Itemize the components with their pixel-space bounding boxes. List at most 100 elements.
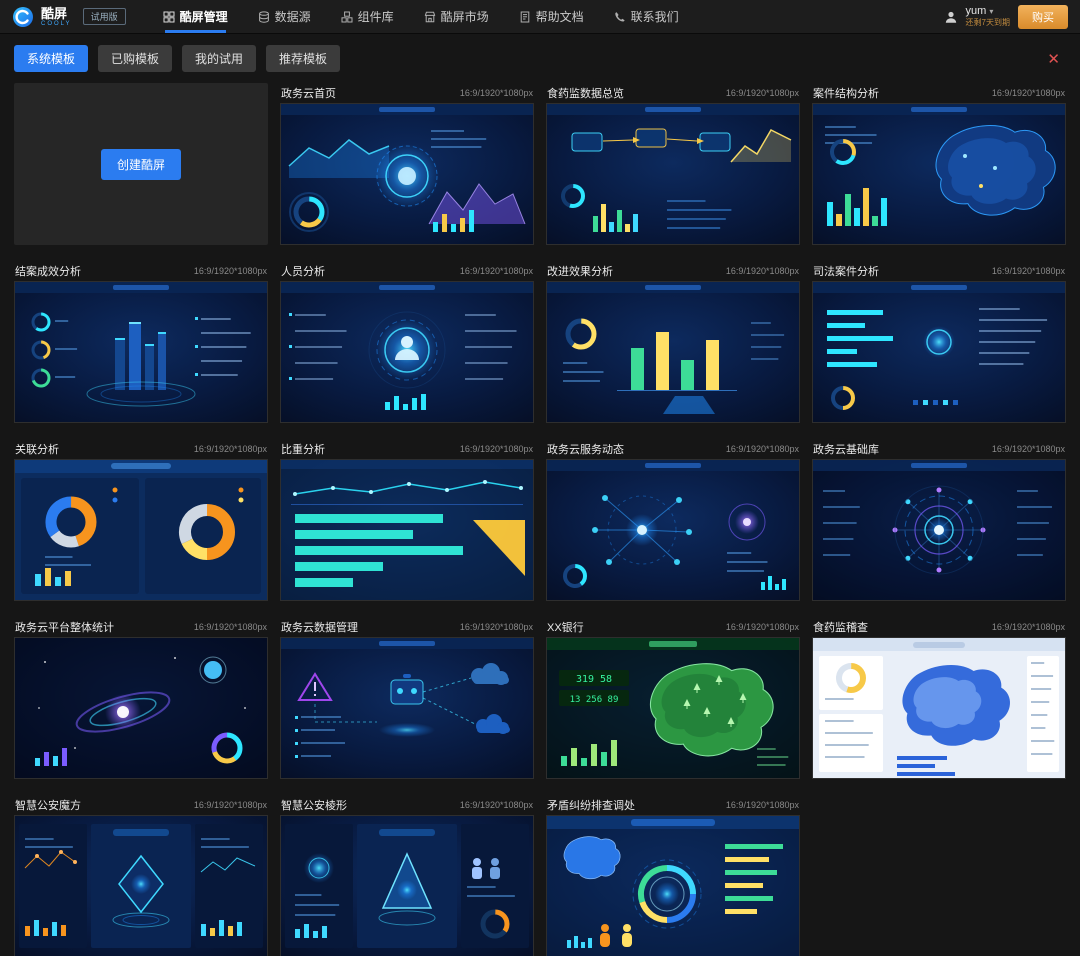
template-thumbnail[interactable] — [280, 103, 534, 245]
nav-item-market[interactable]: 酷屏市场 — [409, 0, 504, 33]
template-card[interactable]: 智慧公安魔方16:9/1920*1080px — [14, 795, 268, 956]
template-resolution: 16:9/1920*1080px — [726, 88, 799, 98]
template-thumbnail[interactable] — [280, 459, 534, 601]
nav-item-help-doc[interactable]: 帮助文档 — [504, 0, 599, 33]
contact-icon — [614, 11, 626, 23]
template-card[interactable]: 政务云基础库 16:9/1920*1080px — [812, 439, 1066, 601]
template-resolution: 16:9/1920*1080px — [460, 622, 533, 632]
screen-manage-icon — [163, 11, 175, 23]
template-resolution: 16:9/1920*1080px — [194, 622, 267, 632]
template-thumbnail[interactable] — [280, 637, 534, 779]
nav-item-label: 帮助文档 — [536, 8, 584, 25]
template-title: 司法案件分析 — [813, 263, 879, 279]
template-title: 政务云数据管理 — [281, 619, 358, 635]
template-card-header: 政务云首页16:9/1920*1080px — [280, 83, 534, 103]
template-card-header: 食药监数据总览16:9/1920*1080px — [546, 83, 800, 103]
template-thumbnail[interactable] — [280, 815, 534, 956]
nav-item-contact[interactable]: 联系我们 — [599, 0, 694, 33]
template-card[interactable]: 改进效果分析 16:9/1920*1080px — [546, 261, 800, 423]
template-title: 政务云首页 — [281, 85, 336, 101]
trial-expire-note: 还剩7天到期 — [966, 18, 1010, 28]
template-card-header: 人员分析 16:9/1920*1080px — [280, 261, 534, 281]
logo-subtext: COOLY — [41, 21, 72, 27]
template-card[interactable]: 矛盾纠纷排查调处 16:9/1920*1080px — [546, 795, 800, 956]
close-button[interactable]: ✕ — [1041, 50, 1066, 68]
nav-item-datasource[interactable]: 数据源 — [243, 0, 326, 33]
template-card-header: 案件结构分析16:9/1920*1080px — [812, 83, 1066, 103]
tab-purchased-templates[interactable]: 已购模板 — [98, 45, 172, 72]
template-card-header: 关联分析 16:9/1920*1080px — [14, 439, 268, 459]
template-card-header: 司法案件分析16:9/1920*1080px — [812, 261, 1066, 281]
template-card-header: 比重分析16:9/1920*1080px — [280, 439, 534, 459]
user-name: yum — [966, 5, 987, 18]
template-thumbnail[interactable] — [812, 459, 1066, 601]
template-thumbnail[interactable] — [14, 815, 268, 956]
template-card[interactable]: XX银行16:9/1920*1080px319 5813 256 89 — [546, 617, 800, 779]
template-card-header: XX银行16:9/1920*1080px — [546, 617, 800, 637]
template-resolution: 16:9/1920*1080px — [992, 444, 1065, 454]
nav-item-label: 组件库 — [358, 8, 394, 25]
template-card[interactable]: 政务云服务动态16:9/1920*1080px — [546, 439, 800, 601]
template-card[interactable]: 政务云数据管理 16:9/1920*1080px — [280, 617, 534, 779]
template-title: 案件结构分析 — [813, 85, 879, 101]
template-card-header: 政务云数据管理 16:9/1920*1080px — [280, 617, 534, 637]
template-thumbnail[interactable] — [14, 281, 268, 423]
template-card[interactable]: 结案成效分析 16:9/1920*1080px — [14, 261, 268, 423]
template-card-header: 结案成效分析 16:9/1920*1080px — [14, 261, 268, 281]
create-screen-button[interactable]: 创建酷屏 — [101, 149, 181, 180]
app-logo: 酷屏 COOLY 试用版 — [12, 0, 126, 33]
template-card-header: 政务云平台整体统计 16:9/1920*1080px — [14, 617, 268, 637]
template-resolution: 16:9/1920*1080px — [194, 266, 267, 276]
template-title: 结案成效分析 — [15, 263, 81, 279]
template-thumbnail[interactable] — [280, 281, 534, 423]
template-title: 改进效果分析 — [547, 263, 613, 279]
template-resolution: 16:9/1920*1080px — [460, 266, 533, 276]
template-card[interactable]: 政务云首页16:9/1920*1080px — [280, 83, 534, 245]
template-thumbnail[interactable]: 319 5813 256 89 — [546, 637, 800, 779]
template-thumbnail[interactable] — [812, 637, 1066, 779]
tab-my-trial[interactable]: 我的试用 — [182, 45, 256, 72]
template-thumbnail[interactable] — [546, 103, 800, 245]
tab-system-templates[interactable]: 系统模板 — [14, 45, 88, 72]
template-title: 人员分析 — [281, 263, 325, 279]
template-card[interactable]: 比重分析16:9/1920*1080px — [280, 439, 534, 601]
user-menu[interactable]: yum▾ 还剩7天到期 — [966, 5, 1010, 28]
template-thumbnail[interactable] — [546, 815, 800, 956]
template-thumbnail[interactable] — [546, 281, 800, 423]
template-card[interactable]: 智慧公安棱形16:9/1920*1080px — [280, 795, 534, 956]
template-card[interactable]: 人员分析 16:9/1920*1080px — [280, 261, 534, 423]
template-title: 政务云基础库 — [813, 441, 879, 457]
template-card[interactable]: 政务云平台整体统计 16:9/1920*1080px — [14, 617, 268, 779]
nav-item-label: 酷屏市场 — [441, 8, 489, 25]
template-resolution: 16:9/1920*1080px — [726, 266, 799, 276]
template-resolution: 16:9/1920*1080px — [194, 444, 267, 454]
template-thumbnail[interactable] — [14, 459, 268, 601]
template-card[interactable]: 关联分析 16:9/1920*1080px — [14, 439, 268, 601]
template-title: 关联分析 — [15, 441, 59, 457]
tab-recommended-templates[interactable]: 推荐模板 — [266, 45, 340, 72]
cooly-logo-icon — [12, 6, 34, 28]
template-card[interactable]: 食药监数据总览16:9/1920*1080px — [546, 83, 800, 245]
template-thumbnail[interactable] — [546, 459, 800, 601]
template-card[interactable]: 食药监稽查16:9/1920*1080px — [812, 617, 1066, 779]
template-thumbnail[interactable] — [812, 281, 1066, 423]
template-title: 食药监稽查 — [813, 619, 868, 635]
top-navbar: 酷屏 COOLY 试用版 酷屏管理数据源 组件库 酷屏市场 帮助文档联系我们 yum▾… — [0, 0, 1080, 34]
buy-button[interactable]: 购买 — [1018, 5, 1068, 29]
template-resolution: 16:9/1920*1080px — [460, 444, 533, 454]
template-card[interactable]: 司法案件分析16:9/1920*1080px — [812, 261, 1066, 423]
nav-item-screen-manage[interactable]: 酷屏管理 — [148, 0, 243, 33]
nav-item-label: 酷屏管理 — [180, 8, 228, 25]
create-template-card[interactable]: 创建酷屏 — [14, 83, 268, 245]
template-card-header: 食药监稽查16:9/1920*1080px — [812, 617, 1066, 637]
template-title: 矛盾纠纷排查调处 — [547, 797, 635, 813]
template-thumbnail[interactable] — [812, 103, 1066, 245]
template-card[interactable]: 案件结构分析16:9/1920*1080px — [812, 83, 1066, 245]
nav-item-component-library[interactable]: 组件库 — [326, 0, 409, 33]
template-thumbnail[interactable] — [14, 637, 268, 779]
template-grid: 创建酷屏 政务云首页16:9/1920*1080px食药监数据总览16:9/19… — [0, 81, 1080, 956]
svg-text:13 256 89: 13 256 89 — [570, 695, 619, 705]
template-title: 政务云平台整体统计 — [15, 619, 114, 635]
template-resolution: 16:9/1920*1080px — [460, 800, 533, 810]
template-resolution: 16:9/1920*1080px — [726, 800, 799, 810]
